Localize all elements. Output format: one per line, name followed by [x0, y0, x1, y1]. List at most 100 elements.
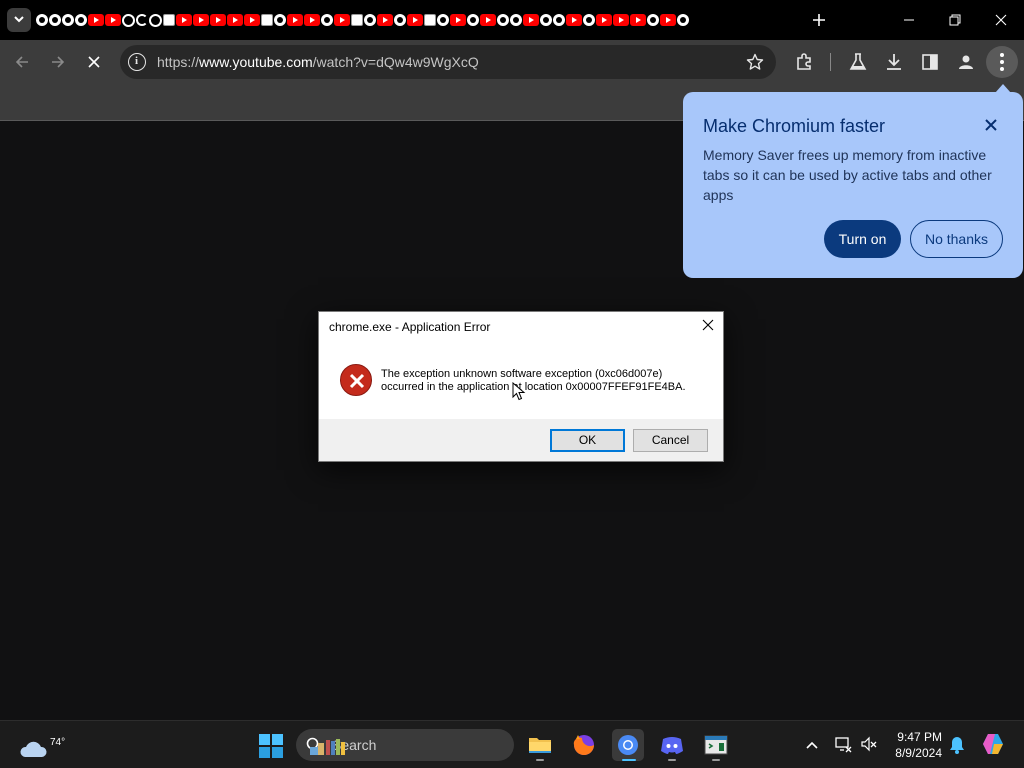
chromium-icon — [618, 735, 638, 755]
terminal-taskbar-button[interactable] — [700, 729, 732, 761]
side-panel-button[interactable] — [920, 52, 940, 72]
notifications-button[interactable] — [948, 735, 966, 755]
site-info-icon[interactable] — [128, 53, 146, 71]
browser-tab[interactable] — [677, 14, 689, 26]
chromium-taskbar-button[interactable] — [612, 729, 644, 761]
labs-button[interactable] — [848, 52, 868, 72]
volume-button[interactable] — [860, 735, 878, 753]
browser-tab[interactable] — [210, 14, 226, 26]
windows-logo-icon — [259, 734, 283, 758]
copilot-button[interactable] — [980, 731, 1006, 757]
toolbar-divider — [830, 53, 831, 71]
browser-tab[interactable] — [596, 14, 612, 26]
browser-tab[interactable] — [660, 14, 676, 26]
start-button[interactable] — [258, 733, 284, 759]
browser-tab[interactable] — [583, 14, 595, 26]
browser-tab[interactable] — [377, 14, 393, 26]
stop-loading-button[interactable] — [80, 48, 108, 76]
network-status-button[interactable] — [834, 735, 852, 753]
close-icon — [995, 14, 1007, 26]
browser-tab[interactable] — [497, 14, 509, 26]
browser-tab[interactable] — [407, 14, 423, 26]
browser-tab[interactable] — [523, 14, 539, 26]
memory-saver-promo: Make Chromium faster Memory Saver frees … — [683, 84, 1023, 278]
browser-menu-button[interactable] — [986, 46, 1018, 78]
browser-tab[interactable] — [394, 14, 406, 26]
browser-tab[interactable] — [105, 14, 121, 26]
discord-taskbar-button[interactable] — [656, 729, 688, 761]
chevron-up-icon — [806, 741, 818, 749]
browser-tab[interactable] — [364, 14, 376, 26]
browser-tab[interactable] — [149, 13, 162, 27]
temperature: 74° — [50, 737, 66, 748]
browser-tab[interactable] — [334, 14, 350, 26]
browser-tab[interactable] — [553, 14, 565, 26]
close-window-button[interactable] — [978, 0, 1024, 40]
browser-tab[interactable] — [540, 14, 552, 26]
browser-tab[interactable] — [36, 14, 48, 26]
terminal-icon — [704, 735, 728, 755]
close-icon — [702, 319, 714, 331]
minimize-button[interactable] — [886, 0, 932, 40]
running-indicator — [668, 759, 676, 761]
browser-tab[interactable] — [244, 14, 260, 26]
arrow-right-icon — [52, 56, 65, 68]
browser-tab[interactable] — [424, 14, 436, 26]
browser-tab[interactable] — [193, 14, 209, 26]
browser-tab[interactable] — [467, 14, 479, 26]
firefox-taskbar-button[interactable] — [568, 729, 600, 761]
browser-tab[interactable] — [75, 14, 87, 26]
dialog-message-line-1: The exception unknown software exception… — [381, 368, 663, 380]
browser-tab[interactable] — [437, 14, 449, 26]
taskbar-search-box[interactable]: Search — [296, 729, 514, 761]
downloads-button[interactable] — [884, 52, 904, 72]
turn-on-button[interactable]: Turn on — [824, 220, 901, 258]
restore-button[interactable] — [932, 0, 978, 40]
back-button[interactable] — [8, 48, 36, 76]
arrow-left-icon — [15, 56, 28, 68]
browser-tab[interactable] — [304, 14, 320, 26]
browser-tab[interactable] — [613, 14, 629, 26]
kebab-menu-icon — [1000, 53, 1004, 71]
url-text[interactable]: https://www.youtube.com/watch?v=dQw4w9Wg… — [157, 54, 479, 70]
browser-tab[interactable] — [88, 14, 104, 26]
browser-tab[interactable] — [176, 14, 192, 26]
promo-close-button[interactable] — [982, 116, 1000, 134]
tray-overflow-button[interactable] — [803, 736, 821, 754]
browser-tab[interactable] — [510, 14, 522, 26]
new-tab-button[interactable] — [808, 9, 830, 31]
browser-tab[interactable] — [163, 14, 175, 26]
browser-tab[interactable] — [287, 14, 303, 26]
browser-tab[interactable] — [227, 14, 243, 26]
bookmark-star-button[interactable] — [746, 53, 764, 71]
ok-button[interactable]: OK — [550, 429, 625, 452]
browser-tab[interactable] — [62, 14, 74, 26]
forward-button[interactable] — [44, 48, 72, 76]
browser-tab[interactable] — [122, 13, 135, 27]
profile-button[interactable] — [956, 52, 976, 72]
browser-tab[interactable] — [450, 14, 466, 26]
cancel-button[interactable]: Cancel — [633, 429, 708, 452]
browser-tab[interactable] — [261, 14, 273, 26]
browser-tab[interactable] — [566, 14, 582, 26]
browser-tab[interactable] — [321, 14, 333, 26]
weather-widget[interactable]: 74° — [18, 729, 66, 761]
promo-title: Make Chromium faster — [703, 116, 886, 136]
address-bar[interactable]: https://www.youtube.com/watch?v=dQw4w9Wg… — [120, 45, 776, 79]
file-explorer-taskbar-button[interactable] — [524, 729, 556, 761]
browser-tab[interactable] — [136, 14, 148, 26]
minimize-icon — [904, 19, 914, 21]
dialog-close-button[interactable] — [701, 318, 715, 332]
browser-tab[interactable] — [274, 14, 286, 26]
browser-tab[interactable] — [351, 14, 363, 26]
browser-tab[interactable] — [647, 14, 659, 26]
system-clock[interactable]: 9:47 PM 8/9/2024 — [886, 729, 942, 761]
no-thanks-button[interactable]: No thanks — [910, 220, 1003, 258]
promo-body: Memory Saver frees up memory from inacti… — [703, 147, 992, 203]
browser-tab[interactable] — [49, 14, 61, 26]
tab-search-button[interactable] — [7, 8, 31, 32]
extensions-button[interactable] — [794, 52, 814, 72]
browser-tab[interactable] — [480, 14, 496, 26]
side-panel-icon — [922, 54, 938, 70]
browser-tab[interactable] — [630, 14, 646, 26]
